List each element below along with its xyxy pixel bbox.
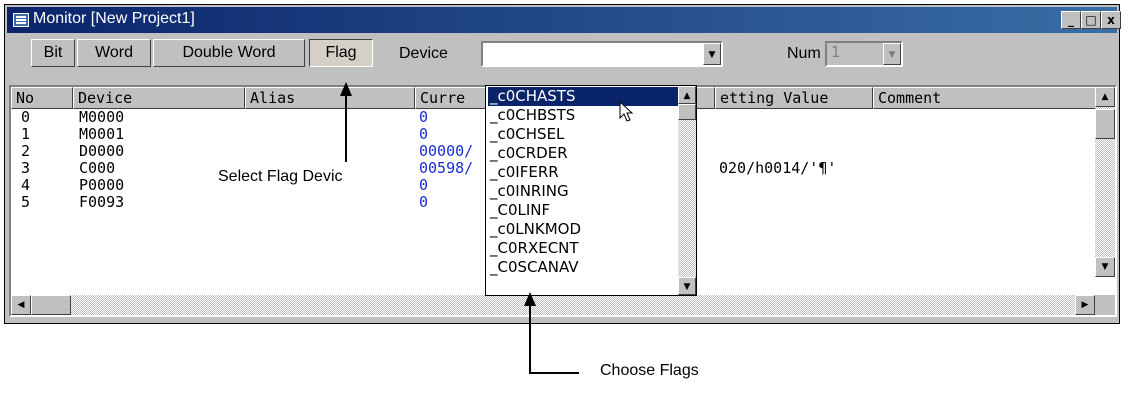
row-current-value: 0: [419, 176, 429, 194]
scroll-left-button[interactable]: ◀: [11, 295, 31, 315]
row-device: M0001: [79, 125, 125, 143]
minimize-button[interactable]: _: [1061, 11, 1081, 29]
dropdown-scrollbar[interactable]: ▲ ▼: [678, 86, 696, 295]
column-header-no[interactable]: No: [11, 87, 73, 109]
horizontal-scrollbar[interactable]: ◀ ▶: [11, 295, 1115, 315]
num-label: Num: [787, 45, 821, 62]
dropdown-item[interactable]: _c0LNKMOD: [488, 220, 678, 239]
dropdown-item[interactable]: _c0CHBSTS: [488, 106, 678, 125]
chevron-down-icon: ▼: [683, 282, 691, 292]
row-setting-value: 020/h0014/'¶': [719, 159, 837, 177]
scroll-down-button[interactable]: ▼: [1095, 257, 1115, 277]
row-current-value: 0: [419, 108, 429, 126]
num-dropdown-button[interactable]: ▼: [883, 43, 901, 65]
chevron-up-icon: ▲: [683, 91, 691, 101]
window-title: Monitor [New Project1]: [33, 10, 195, 27]
row-no: 1: [21, 125, 31, 143]
device-dropdown-list[interactable]: _c0CHASTS _c0CHBSTS _c0CHSEL _c0CRDER _c…: [485, 85, 697, 296]
tab-bit[interactable]: Bit: [31, 39, 75, 67]
device-label: Device: [399, 45, 448, 62]
device-dropdown-button[interactable]: ▼: [703, 43, 721, 65]
tab-word[interactable]: Word: [77, 39, 151, 67]
chevron-up-icon: ▲: [1101, 92, 1109, 102]
app-icon: [13, 13, 29, 27]
column-header-alias[interactable]: Alias: [245, 87, 415, 109]
dropdown-item[interactable]: _c0CHSEL: [488, 125, 678, 144]
dropdown-item[interactable]: _c0CHASTS: [488, 87, 678, 106]
row-no: 5: [21, 193, 31, 211]
row-current-value: 00598/: [419, 159, 474, 177]
scroll-down-button[interactable]: ▼: [678, 277, 696, 295]
annotation-arrow-up-icon: [524, 292, 536, 372]
row-device: M0000: [79, 108, 125, 126]
close-icon: x: [1107, 13, 1115, 27]
maximize-icon: □: [1085, 13, 1097, 27]
row-no: 2: [21, 142, 31, 160]
tab-flag[interactable]: Flag: [309, 39, 373, 67]
annotation-arrow-up-icon: [340, 82, 352, 162]
mouse-cursor-icon: [619, 101, 634, 122]
row-current-value: 0: [419, 125, 429, 143]
row-device: F0093: [79, 193, 125, 211]
row-device: D0000: [79, 142, 125, 160]
monitor-window: Monitor [New Project1] _ □ x Bit Word Do…: [4, 4, 1121, 324]
column-header-device[interactable]: Device: [73, 87, 245, 109]
num-value: 1: [831, 43, 841, 61]
dropdown-item[interactable]: _C0LINF: [488, 201, 678, 220]
row-device: C000: [79, 159, 116, 177]
row-device: P0000: [79, 176, 125, 194]
device-combobox[interactable]: ▼: [481, 41, 723, 67]
maximize-button[interactable]: □: [1081, 11, 1101, 29]
resize-grip-icon[interactable]: [1095, 295, 1115, 315]
row-current-value: 0: [419, 193, 429, 211]
row-no: 0: [21, 108, 31, 126]
scroll-thumb[interactable]: [31, 295, 71, 315]
chevron-down-icon: ▼: [708, 50, 716, 60]
column-header-comment[interactable]: Comment: [873, 87, 1097, 109]
dropdown-item[interactable]: _C0SCANAV: [488, 258, 678, 277]
dropdown-item[interactable]: _c0IFERR: [488, 163, 678, 182]
chevron-down-icon: ▼: [888, 50, 896, 60]
tab-double-word[interactable]: Double Word: [153, 39, 305, 67]
scroll-up-button[interactable]: ▲: [678, 86, 696, 104]
chevron-down-icon: ▼: [1101, 262, 1109, 272]
scroll-thumb[interactable]: [678, 104, 696, 120]
row-current-value: 00000/: [419, 142, 474, 160]
annotation-choose-flags: Choose Flags: [600, 362, 699, 379]
dropdown-item[interactable]: _c0INRING: [488, 182, 678, 201]
scroll-up-button[interactable]: ▲: [1095, 87, 1115, 107]
title-bar[interactable]: Monitor [New Project1] _ □ x: [7, 7, 1121, 33]
dropdown-item[interactable]: _c0CRDER: [488, 144, 678, 163]
close-button[interactable]: x: [1101, 11, 1121, 29]
num-combobox[interactable]: 1 ▼: [825, 41, 903, 67]
scroll-right-button[interactable]: ▶: [1075, 295, 1095, 315]
row-no: 4: [21, 176, 31, 194]
chevron-left-icon: ◀: [17, 300, 25, 310]
dropdown-item[interactable]: _C0RXECNT: [488, 239, 678, 258]
chevron-right-icon: ▶: [1081, 300, 1089, 310]
minimize-icon: _: [1068, 13, 1074, 27]
annotation-line: [529, 372, 579, 374]
scroll-thumb[interactable]: [1095, 109, 1115, 139]
annotation-select-flag: Select Flag Devic: [218, 168, 343, 185]
vertical-scrollbar[interactable]: ▲ ▼: [1095, 87, 1115, 277]
column-header-setting-value[interactable]: etting Value: [715, 87, 873, 109]
row-no: 3: [21, 159, 31, 177]
toolbar: Bit Word Double Word Flag Device ▼ Num 1…: [7, 37, 1117, 73]
